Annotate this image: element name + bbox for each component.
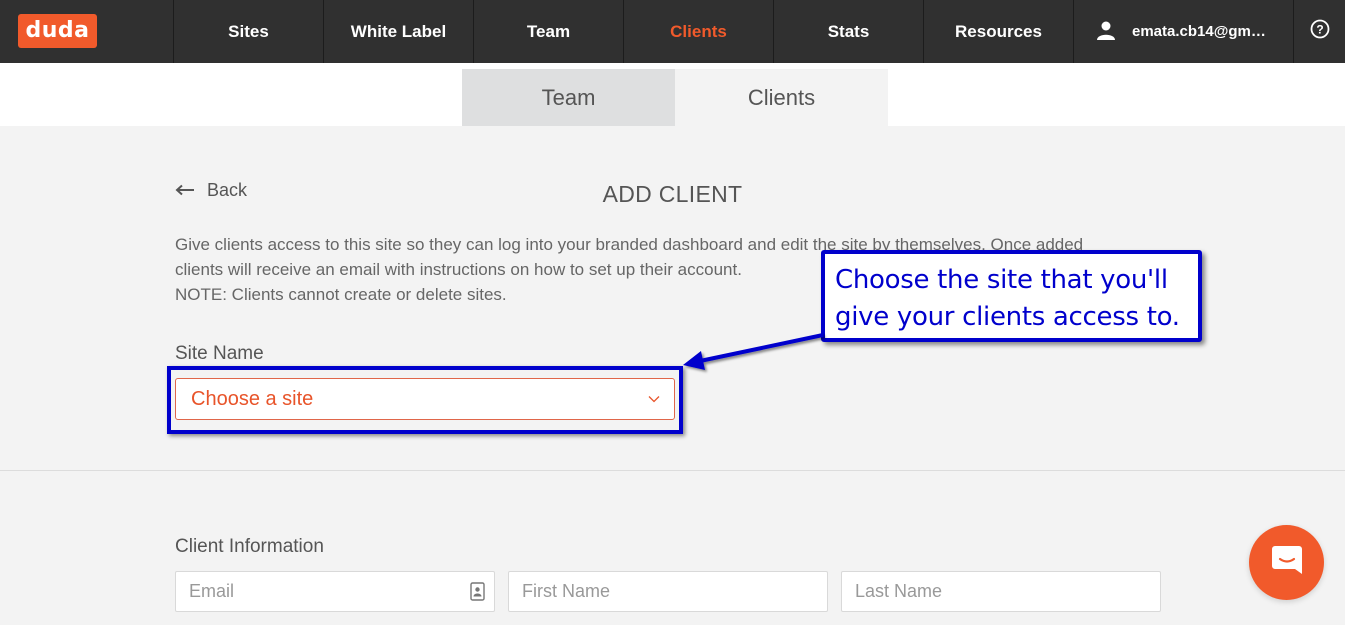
nav-item-resources[interactable]: Resources	[924, 0, 1074, 63]
user-email: emata.cb14@gm…	[1132, 23, 1266, 40]
site-select[interactable]: Choose a site	[175, 378, 675, 420]
user-account-menu[interactable]: emata.cb14@gm…	[1074, 0, 1294, 63]
annotation-line-1: Choose the site that you'll	[835, 265, 1168, 295]
svg-text:?: ?	[1316, 23, 1323, 37]
help-button[interactable]: ?	[1294, 0, 1345, 63]
subtabs-bar: Team Clients	[0, 63, 1345, 126]
site-select-value: Choose a site	[191, 387, 314, 410]
chat-bubble-icon	[1270, 543, 1304, 582]
chevron-down-icon	[648, 390, 660, 408]
annotation-line-2: give your clients access to.	[835, 302, 1180, 332]
tab-team[interactable]: Team	[462, 69, 675, 126]
last-name-field[interactable]	[841, 571, 1161, 612]
nav-item-sites[interactable]: Sites	[174, 0, 324, 63]
first-name-field[interactable]	[508, 571, 828, 612]
user-icon	[1096, 20, 1116, 44]
page-title: ADD CLIENT	[602, 181, 743, 207]
client-information-label: Client Information	[175, 536, 324, 557]
nav-item-stats[interactable]: Stats	[774, 0, 924, 63]
nav-item-team[interactable]: Team	[474, 0, 624, 63]
chat-button[interactable]	[1249, 525, 1324, 600]
site-name-label: Site Name	[175, 343, 264, 364]
nav-item-white-label[interactable]: White Label	[324, 0, 474, 63]
email-field[interactable]	[175, 571, 495, 612]
section-divider	[0, 470, 1345, 471]
top-navigation: duda Sites White Label Team Clients Stat…	[0, 0, 1345, 63]
nav-item-clients[interactable]: Clients	[624, 0, 774, 63]
help-circle-icon: ?	[1310, 19, 1330, 44]
logo-cell: duda	[0, 0, 174, 63]
duda-logo[interactable]: duda	[18, 14, 97, 48]
annotation-callout: Choose the site that you'll give your cl…	[821, 250, 1202, 342]
tab-clients[interactable]: Clients	[675, 69, 888, 126]
contact-card-icon	[470, 582, 485, 606]
